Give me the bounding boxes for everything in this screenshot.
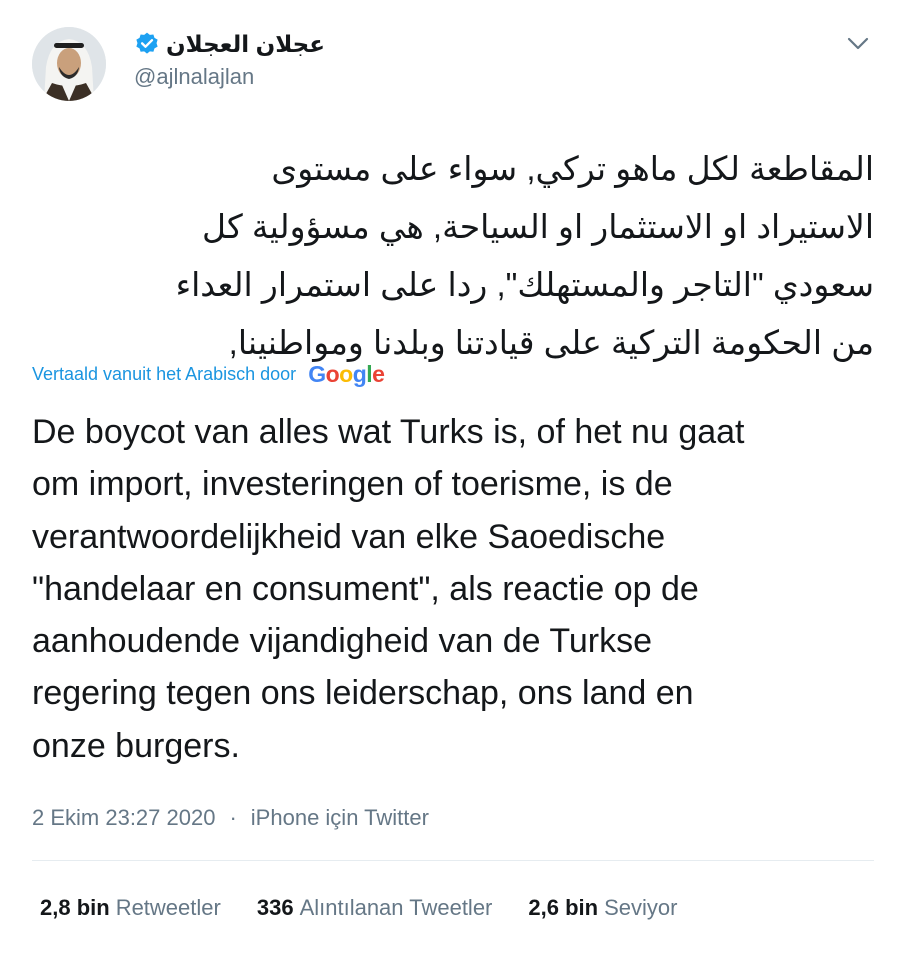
translated-text-line: verantwoordelijkheid van elke Saoedische: [32, 517, 666, 556]
retweets-stat[interactable]: 2,8 bin Retweetler: [40, 890, 221, 926]
tweet-meta: 2 Ekim 23:27 2020 · iPhone için Twitter: [32, 801, 429, 835]
more-options-button[interactable]: [844, 30, 872, 58]
author-block: عجلان العجلان @ajlnalajlan: [134, 28, 325, 92]
retweets-count: 2,8 bin: [40, 895, 110, 920]
quotes-stat[interactable]: 336 Alıntılanan Tweetler: [257, 890, 493, 926]
verified-badge-icon: [134, 31, 160, 57]
translated-text-line: om import, investeringen of toerisme, is…: [32, 465, 673, 504]
chevron-down-icon: [847, 37, 869, 50]
avatar[interactable]: [32, 27, 106, 101]
tweet-text-translated: De boycot van alles wat Turks is, of het…: [32, 406, 882, 772]
tweet-text-line: سعودي "التاجر والمستهلك", ردا على استمرا…: [175, 266, 874, 303]
retweets-label: Retweetler: [115, 895, 221, 920]
profile-photo-icon: [32, 27, 106, 101]
tweet-text-line: المقاطعة لكل ماهو تركي, سواء على مستوى: [271, 150, 874, 187]
timestamp-link[interactable]: 2 Ekim 23:27 2020: [32, 801, 215, 835]
likes-label: Seviyor: [604, 895, 678, 920]
translated-text-line: regering tegen ons leiderschap, ons land…: [32, 674, 694, 713]
translated-text-line: aanhoudende vijandigheid van de Turkse: [32, 622, 653, 661]
name-row: عجلان العجلان: [134, 28, 325, 60]
tweet: عجلان العجلان @ajlnalajlan المقاطعة لكل …: [0, 0, 904, 954]
source-label[interactable]: iPhone için Twitter: [251, 801, 429, 835]
likes-count: 2,6 bin: [528, 895, 599, 920]
divider: [32, 860, 874, 861]
translated-from-link[interactable]: Vertaald vanuit het Arabisch door: [32, 364, 296, 385]
translation-attribution: Vertaald vanuit het Arabisch door Google: [32, 358, 385, 390]
display-name[interactable]: عجلان العجلان: [166, 28, 325, 60]
quotes-count: 336: [256, 895, 294, 920]
meta-separator: ·: [229, 805, 237, 830]
user-handle[interactable]: @ajlnalajlan: [134, 62, 325, 92]
tweet-text-original: المقاطعة لكل ماهو تركي, سواء على مستوى ا…: [30, 140, 874, 372]
tweet-stats: 2,8 bin Retweetler 336 Alıntılanan Tweetle…: [40, 890, 713, 926]
likes-stat[interactable]: 2,6 bin Seviyor: [528, 890, 677, 926]
tweet-text-line: الاستيراد او الاستثمار او السياحة, هي مس…: [202, 208, 874, 245]
translated-text-line: "handelaar en consument", als reactie op…: [32, 569, 699, 608]
translated-text-line: onze burgers.: [32, 726, 240, 765]
google-logo-icon: Google: [308, 360, 385, 387]
translated-text-line: De boycot van alles wat Turks is, of het…: [32, 413, 745, 451]
quotes-label: Alıntılanan Tweetler: [299, 895, 493, 920]
